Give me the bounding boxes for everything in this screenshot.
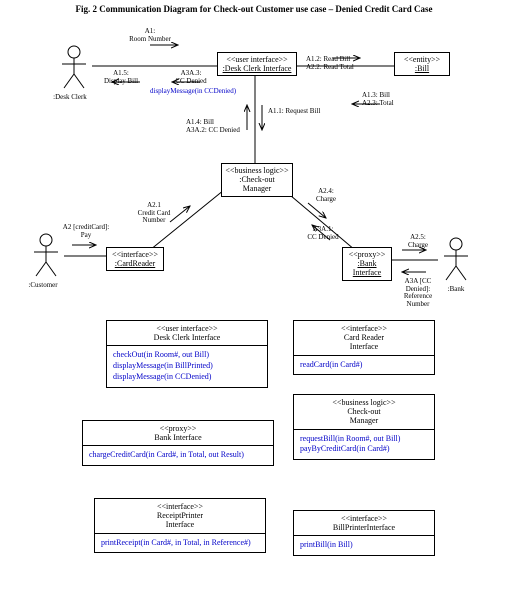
lbl-a3a-ref: A3A [CCDenied]:ReferenceNumber [396,278,440,309]
node-card-reader: <<interface>> :CardReader [106,247,164,271]
lbl-a25: A2.5:Charge [398,234,438,249]
lbl-a3a3: A3A.3:CC Denied [166,70,216,85]
actor-bank-label: :Bank [436,286,476,294]
lbl-a3a1: A3A.1:CC Denied [298,226,348,241]
class-checkout-manager: <<business logic>>Check-outManager reque… [293,394,435,460]
class-bill-printer-interface: <<interface>>BillPrinterInterface printB… [293,510,435,556]
lbl-a2pay: A2 [creditCard]:Pay [56,224,116,239]
class-card-reader-interface: <<interface>>Card ReaderInterface readCa… [293,320,435,375]
node-checkout-manager: <<business logic>> :Check-out Manager [221,163,293,197]
actor-desk-clerk-label: :Desk Clerk [40,94,100,102]
class-receipt-printer-interface: <<interface>>ReceiptPrinterInterface pri… [94,498,266,553]
actor-customer-label: :Customer [18,282,68,290]
class-desk-clerk-interface: <<user interface>>Desk Clerk Interface c… [106,320,268,388]
node-desk-clerk-interface: <<user interface>> :Desk Clerk Interface [217,52,297,76]
lbl-a12: A1.2: Read BillA2.2: Read Total [306,56,386,71]
lbl-a15: A1.5:Display Bill [96,70,146,85]
lbl-a11: A1.1: Request Bill [268,108,348,116]
class-bank-interface: <<proxy>>Bank Interface chargeCreditCard… [82,420,274,466]
lbl-a24: A2.4:Charge [306,188,346,203]
lbl-a13: A1.3: BillA2.3: Total [362,92,422,107]
lbl-a1: A1:Room Number [120,28,180,43]
lbl-display-message: displayMessage(in CCDenied) [150,88,270,96]
node-bank-interface: <<proxy>> :Bank Interface [342,247,392,281]
lbl-a21: A2.1Credit CardNumber [126,202,182,225]
lbl-a14: A1.4: BillA3A.2: CC Denied [186,119,256,134]
node-bill: <<entity>> :Bill [394,52,450,76]
page: Fig. 2 Communication Diagram for Check-o… [0,0,508,598]
